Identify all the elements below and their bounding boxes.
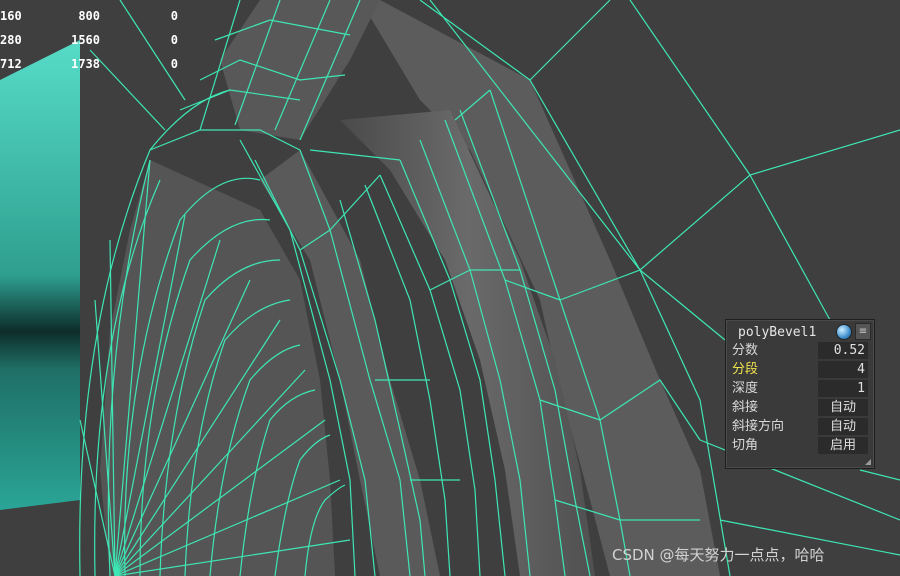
stats-value: 0 [170, 9, 178, 23]
poly-count-stats: 160 800 0 280 1560 0 712 1738 0 [0, 4, 190, 76]
fraction-field[interactable]: 0.52 [818, 342, 868, 359]
attr-row-miter-direction: 斜接方向 自动 [730, 417, 869, 436]
attr-label: 深度 [732, 381, 759, 396]
stats-value: 1738 [71, 57, 100, 71]
attr-label: 斜接 [732, 400, 759, 415]
stats-row: 160 800 0 [0, 4, 190, 28]
menu-icon[interactable]: ≡ [855, 323, 871, 340]
chamfer-field[interactable]: 启用 [818, 437, 868, 454]
segments-field[interactable]: 4 [818, 361, 868, 378]
attr-row-chamfer: 切角 启用 [730, 436, 869, 455]
stats-row: 280 1560 0 [0, 28, 190, 52]
stats-value: 712 [0, 57, 22, 71]
stats-value: 1560 [71, 33, 100, 47]
attr-label: 分数 [732, 343, 759, 358]
stats-value: 0 [170, 57, 178, 71]
attr-label: 切角 [732, 438, 759, 453]
visibility-icon[interactable] [836, 324, 852, 340]
attr-label: 分段 [732, 362, 759, 377]
attr-label: 斜接方向 [732, 419, 785, 434]
stats-row: 712 1738 0 [0, 52, 190, 76]
stats-value: 800 [78, 9, 100, 23]
miter-field[interactable]: 自动 [818, 399, 868, 416]
cyan-mesh-object [0, 40, 80, 510]
miter-direction-field[interactable]: 自动 [818, 418, 868, 435]
watermark: CSDN @每天努力一点点，哈哈 [612, 546, 825, 564]
attr-row-fraction: 分数 0.52 [730, 341, 869, 360]
3d-viewport[interactable] [0, 0, 900, 576]
stats-value: 0 [170, 33, 178, 47]
resize-handle-icon[interactable] [865, 459, 871, 465]
poly-bevel-attribute-panel[interactable]: polyBevel1 ≡ 分数 0.52 分段 4 深度 1 斜接 自动 斜接方… [725, 319, 875, 469]
depth-field[interactable]: 1 [818, 380, 868, 397]
attr-row-depth: 深度 1 [730, 379, 869, 398]
attr-row-miter: 斜接 自动 [730, 398, 869, 417]
panel-title: polyBevel1 [738, 325, 817, 340]
stats-value: 280 [0, 33, 22, 47]
attr-row-segments: 分段 4 [730, 360, 869, 379]
stats-value: 160 [0, 9, 22, 23]
